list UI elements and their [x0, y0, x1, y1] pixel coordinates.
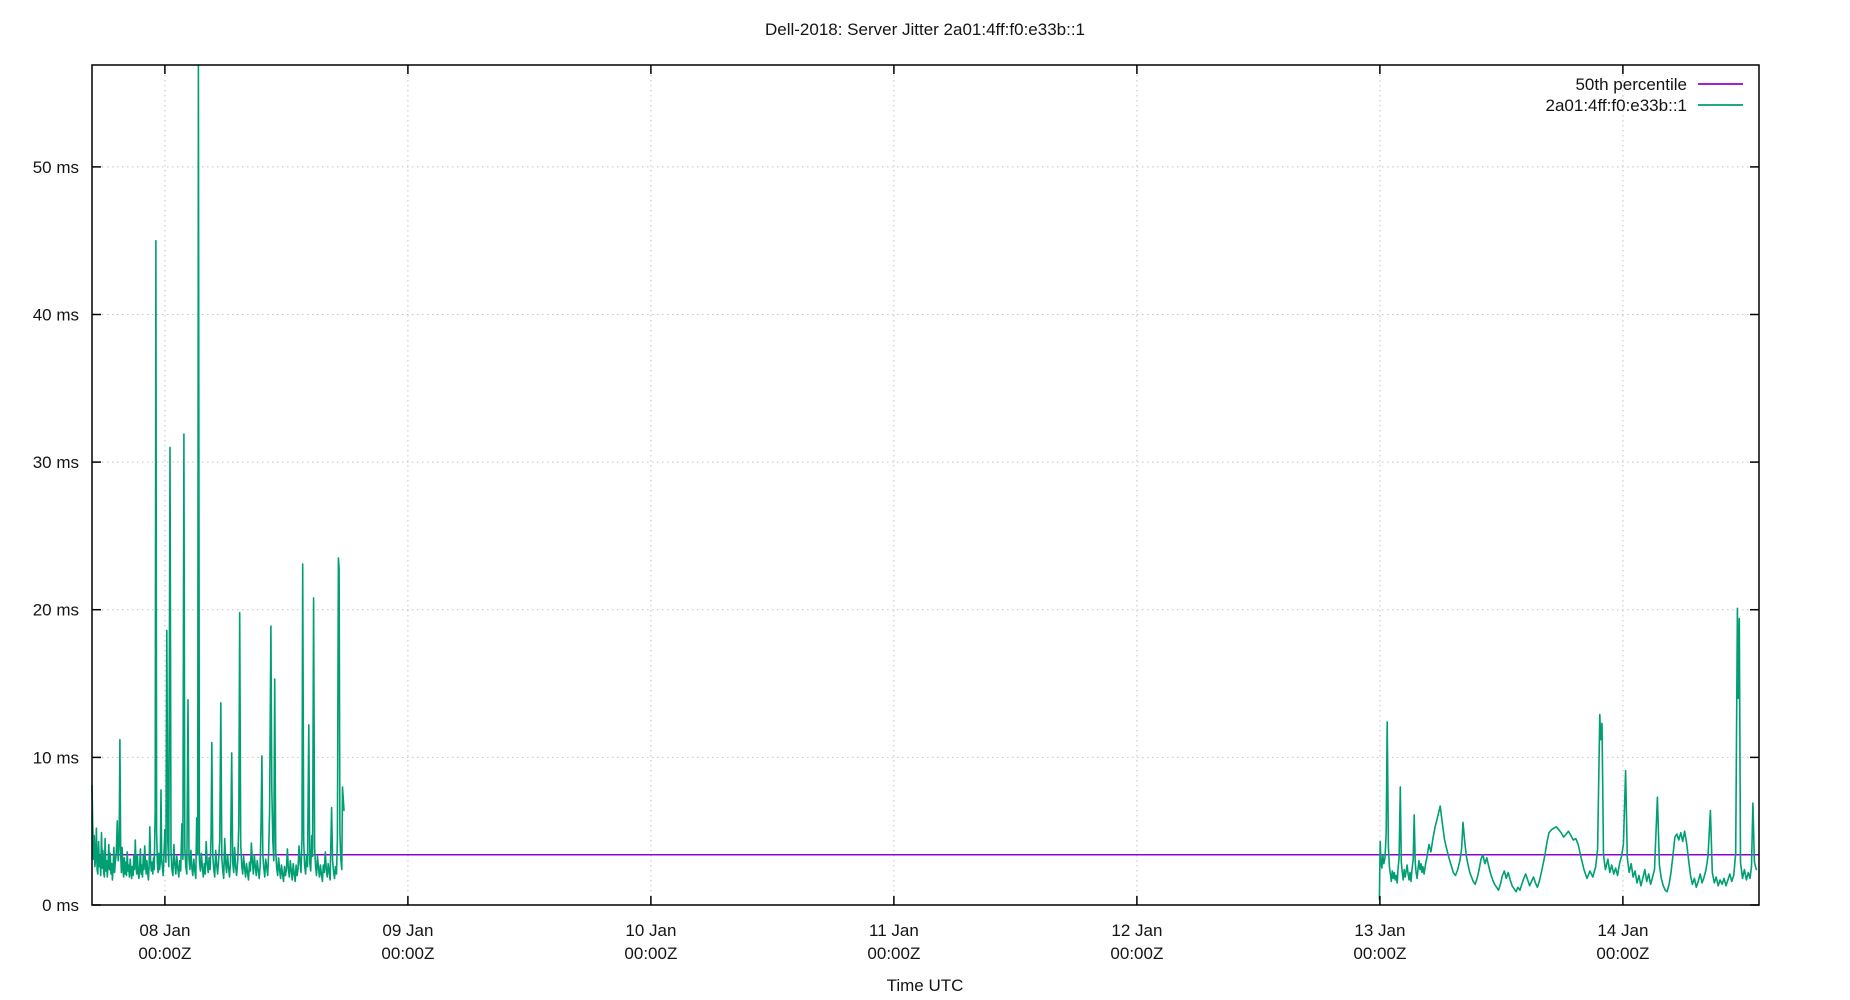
chart-title: Dell-2018: Server Jitter 2a01:4ff:f0:e33… [765, 20, 1085, 39]
x-tick-sublabel: 00:00Z [381, 944, 434, 963]
x-tick-sublabel: 00:00Z [1110, 944, 1163, 963]
x-tick-label: 13 Jan [1354, 921, 1405, 940]
y-tick-label: 40 ms [33, 306, 79, 325]
x-tick-sublabel: 00:00Z [138, 944, 191, 963]
x-axis-title: Time UTC [887, 976, 964, 995]
legend-label-percentile: 50th percentile [1575, 75, 1687, 94]
legend-label-series: 2a01:4ff:f0:e33b::1 [1546, 96, 1687, 115]
y-tick-label: 0 ms [42, 896, 79, 915]
x-tick-sublabel: 00:00Z [1353, 944, 1406, 963]
y-tick-label: 30 ms [33, 453, 79, 472]
x-tick-sublabel: 00:00Z [624, 944, 677, 963]
y-tick-label: 50 ms [33, 158, 79, 177]
grid-layer [92, 65, 1759, 905]
x-tick-sublabel: 00:00Z [867, 944, 920, 963]
legend: 50th percentile 2a01:4ff:f0:e33b::1 [1546, 75, 1743, 115]
x-tick-label: 09 Jan [382, 921, 433, 940]
series-layer [92, 65, 1759, 899]
plot-border [92, 65, 1759, 905]
x-tick-sublabel: 00:00Z [1596, 944, 1649, 963]
x-tick-label: 10 Jan [625, 921, 676, 940]
x-tick-label: 11 Jan [869, 921, 919, 940]
server-jitter-chart: 08 Jan 00:00Z 09 Jan 00:00Z 10 Jan 00:00Z 11 J… [0, 0, 1850, 1000]
x-tick-label: 08 Jan [139, 921, 190, 940]
jitter-series-path [92, 65, 344, 881]
y-tick-label: 10 ms [33, 748, 79, 767]
x-tick-label: 12 Jan [1111, 921, 1162, 940]
axis-layer: 08 Jan 00:00Z 09 Jan 00:00Z 10 Jan 00:00Z 11 J… [33, 65, 1759, 963]
y-tick-label: 20 ms [33, 601, 79, 620]
x-tick-label: 14 Jan [1597, 921, 1648, 940]
chart-canvas: 08 Jan 00:00Z 09 Jan 00:00Z 10 Jan 00:00Z 11 J… [0, 0, 1850, 1000]
